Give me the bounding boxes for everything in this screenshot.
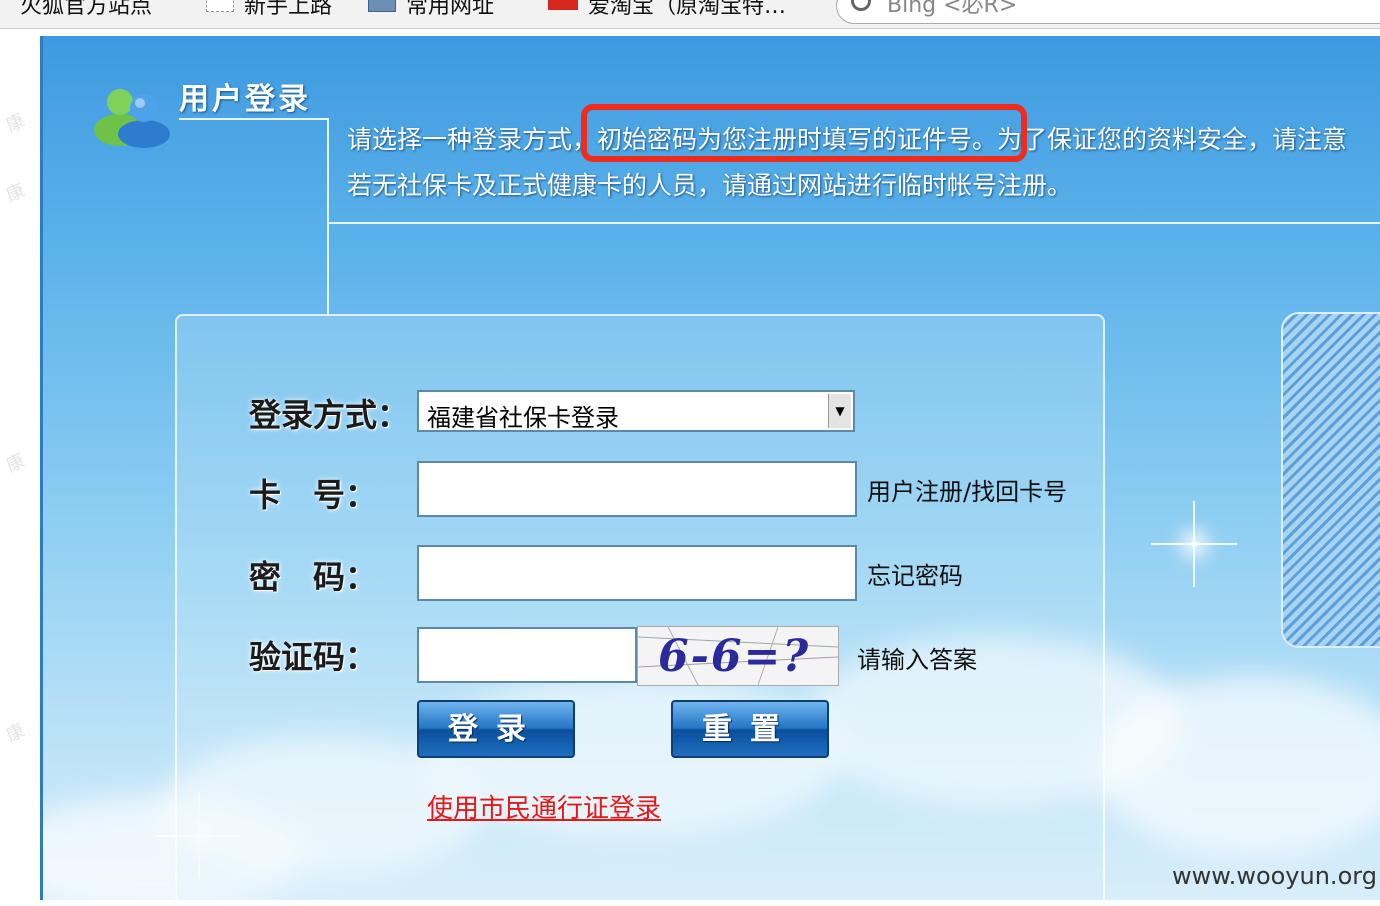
bookmark-label: 新手上路: [244, 0, 333, 19]
left-margin: 康 康 康 康: [0, 29, 40, 899]
bookmark-label: 火狐官方站点: [20, 0, 153, 19]
red-tao-icon: [548, 0, 578, 10]
divider: [179, 118, 327, 120]
notice-line-2: 若无社保卡及正式健康卡的人员，请通过网站进行临时帐号注册。: [347, 171, 1073, 200]
reset-button[interactable]: 重置: [671, 700, 829, 758]
cloud-decoration: [1093, 676, 1380, 856]
social-security-card-image: [1281, 312, 1380, 648]
faint-watermark: 康: [3, 180, 29, 207]
captcha-hint: 请输入答案: [857, 646, 977, 674]
search-icon: [851, 0, 871, 11]
divider: [329, 222, 1380, 224]
faint-watermark: 康: [3, 110, 29, 137]
login-form: 登录方式： 福建省社保卡登录 ▼ 卡 号： 用户注册/找回卡号 密 码： 忘记密…: [175, 314, 1105, 900]
citizen-pass-login-link[interactable]: 使用市民通行证登录: [427, 788, 661, 825]
bookmark-label: 爱淘宝（原淘宝特…: [588, 0, 787, 19]
sparkle-icon: [1151, 501, 1237, 587]
captcha-input[interactable]: [417, 627, 637, 683]
page-title: 用户登录: [179, 82, 311, 117]
bookmark-new-user[interactable]: 新手上路: [206, 0, 332, 20]
notice-text: 为了保证您的资料安全，请注意: [997, 125, 1348, 154]
card-number-input[interactable]: [417, 461, 857, 517]
search-box[interactable]: Bing <必R>: [836, 0, 1380, 24]
dropdown-arrow-icon[interactable]: ▼: [828, 394, 851, 428]
bookmark-label: 常用网址: [406, 0, 495, 19]
bookmark-aitaobao[interactable]: 爱淘宝（原淘宝特…: [548, 0, 786, 20]
card-number-label: 卡 号：: [249, 476, 378, 514]
login-method-value: 福建省社保卡登录: [427, 404, 619, 432]
forgot-password-link[interactable]: 忘记密码: [867, 556, 963, 591]
users-icon: [94, 89, 170, 148]
bookmark-common-sites[interactable]: 常用网址: [368, 0, 494, 20]
captcha-image[interactable]: 6-6=?: [637, 626, 839, 686]
faint-watermark: 康: [3, 720, 29, 747]
register-recover-card-link[interactable]: 用户注册/找回卡号: [867, 472, 1067, 507]
password-label: 密 码：: [249, 558, 378, 596]
faint-watermark: 康: [3, 450, 29, 477]
login-method-select[interactable]: 福建省社保卡登录 ▼: [417, 390, 855, 432]
dashed-page-icon: [206, 0, 234, 12]
notice-text: 请选择一种登录方式，: [347, 125, 598, 154]
site-watermark: www.wooyun.org: [1172, 862, 1377, 890]
highlight-box: [581, 104, 1027, 162]
bookmark-firefox-site[interactable]: 火狐官方站点: [20, 0, 152, 20]
divider: [327, 118, 329, 316]
search-placeholder: Bing <必R>: [887, 0, 1018, 18]
captcha-label: 验证码：: [249, 638, 378, 676]
captcha-text: 6-6=?: [658, 631, 811, 682]
login-panel: 用户登录 请选择一种登录方式，初始密码为您注册时填写的证件号。为了保证您的资料安…: [40, 36, 1380, 900]
bookmarks-bar: 火狐官方站点 新手上路 常用网址 爱淘宝（原淘宝特… Bing <必R>: [0, 0, 1380, 29]
login-button[interactable]: 登录: [417, 700, 575, 758]
folder-icon: [368, 0, 396, 12]
password-input[interactable]: [417, 545, 857, 601]
login-method-label: 登录方式：: [249, 396, 410, 434]
